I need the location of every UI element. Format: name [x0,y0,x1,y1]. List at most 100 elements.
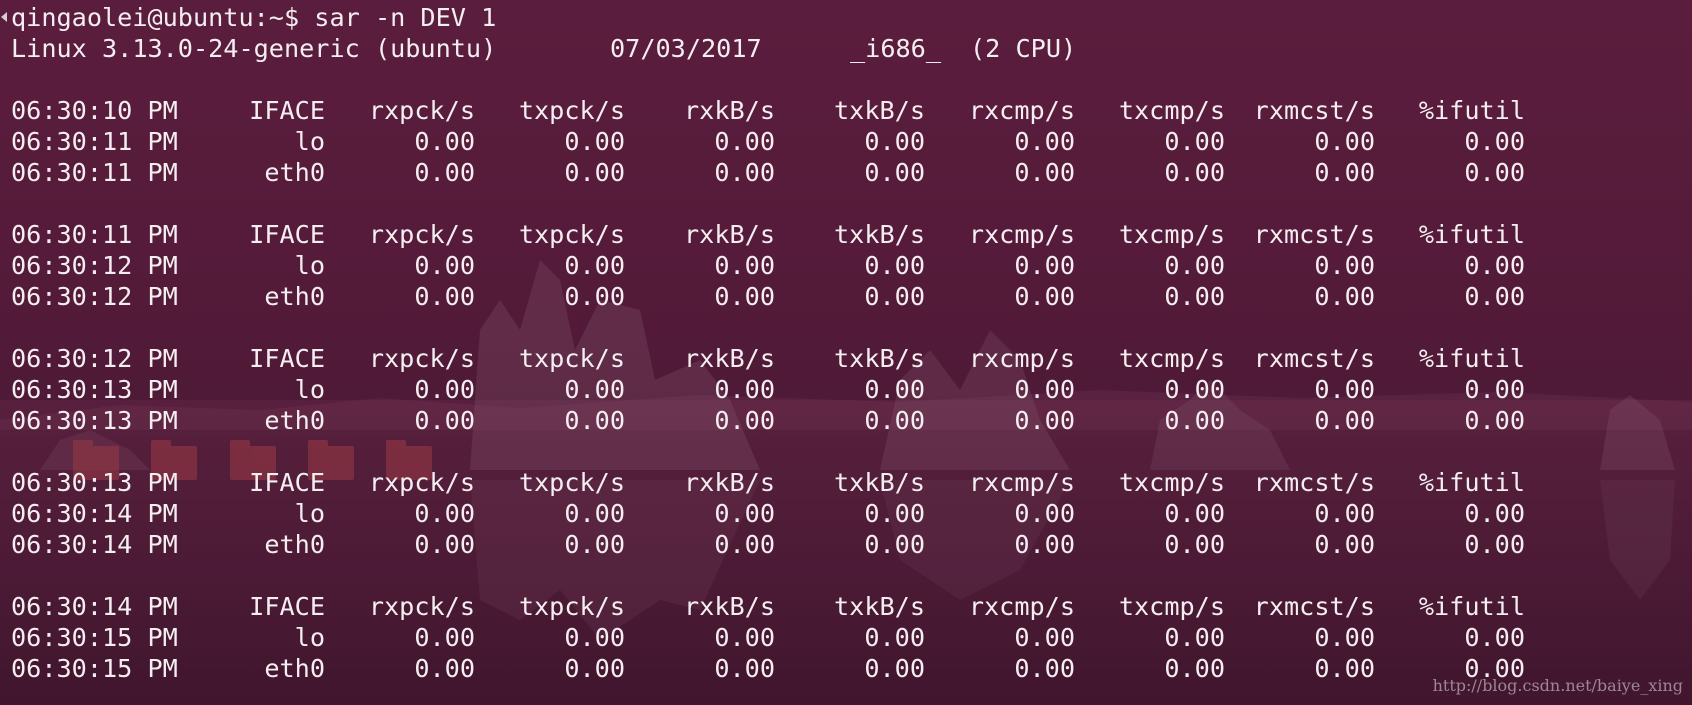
column-header: rxpck/s [368,96,475,125]
row-time: 06:30:14 PM [11,499,178,528]
row-time: 06:30:12 PM [11,251,178,280]
row-value: 0.00 [414,530,475,559]
column-header: IFACE [249,96,325,125]
row-value: 0.00 [1464,406,1525,435]
command-line[interactable]: qingaolei@ubuntu:~$ sar -n DEV 1 [11,2,496,33]
row-value: 0.00 [1314,282,1375,311]
row-value: 0.00 [1464,251,1525,280]
row-value: 0.00 [1164,158,1225,187]
table-header-row: 06:30:14 PM IFACE rxpck/s txpck/s rxkB/s txkB… [11,591,1571,622]
row-value: 0.00 [564,251,625,280]
row-value: 0.00 [1164,406,1225,435]
table-header-row: 06:30:10 PM IFACE rxpck/s txpck/s rxkB/s txkB… [11,95,1571,126]
column-header: rxpck/s [368,468,475,497]
column-header: rxcmp/s [968,468,1075,497]
row-value: 0.00 [564,282,625,311]
row-value: 0.00 [1164,499,1225,528]
column-header: %ifutil [1418,344,1525,373]
row-value: 0.00 [1014,530,1075,559]
row-iface: lo [294,251,325,280]
row-value: 0.00 [414,623,475,652]
row-iface: lo [294,127,325,156]
watermark-text: http://blog.csdn.net/baiye_xing [1432,676,1683,695]
row-value: 0.00 [864,127,925,156]
column-header: txkB/s [834,592,925,621]
column-header: %ifutil [1418,468,1525,497]
row-value: 0.00 [864,251,925,280]
row-value: 0.00 [864,654,925,683]
column-header: IFACE [249,592,325,621]
row-value: 0.00 [864,499,925,528]
table-row: 06:30:11 PM eth0 0.00 0.00 0.00 0.00 0.00 0.00 0… [11,157,1571,188]
column-header: txpck/s [518,96,625,125]
row-value: 0.00 [1014,623,1075,652]
row-value: 0.00 [564,406,625,435]
row-value: 0.00 [864,623,925,652]
table-header-row: 06:30:11 PM IFACE rxpck/s txpck/s rxkB/s txkB… [11,219,1571,250]
column-header: txkB/s [834,96,925,125]
system-info-line: Linux 3.13.0-24-generic (ubuntu) 07/03/2… [11,33,1111,64]
row-iface: eth0 [264,282,325,311]
column-header: rxkB/s [684,468,775,497]
column-header: rxpck/s [368,592,475,621]
row-value: 0.00 [1014,158,1075,187]
column-header: txcmp/s [1118,468,1225,497]
row-time: 06:30:15 PM [11,654,178,683]
row-value: 0.00 [564,375,625,404]
architecture: _i686_ [850,34,941,63]
row-value: 0.00 [1164,375,1225,404]
row-value: 0.00 [414,499,475,528]
row-iface: lo [294,375,325,404]
row-time: 06:30:13 PM [11,375,178,404]
column-header: txpck/s [518,468,625,497]
table-header-row: 06:30:12 PM IFACE rxpck/s txpck/s rxkB/s txkB… [11,343,1571,374]
row-value: 0.00 [564,623,625,652]
row-value: 0.00 [1014,654,1075,683]
column-header: rxkB/s [684,96,775,125]
column-header: %ifutil [1418,220,1525,249]
row-iface: lo [294,623,325,652]
row-value: 0.00 [1314,654,1375,683]
row-value: 0.00 [414,282,475,311]
column-header: rxmcst/s [1253,468,1375,497]
row-value: 0.00 [564,499,625,528]
row-value: 0.00 [1164,282,1225,311]
row-value: 0.00 [714,530,775,559]
table-row: 06:30:14 PM lo 0.00 0.00 0.00 0.00 0.00 0.00 0.0… [11,498,1571,529]
column-header: txcmp/s [1118,592,1225,621]
column-header: rxmcst/s [1253,220,1375,249]
column-header: txpck/s [518,344,625,373]
row-value: 0.00 [864,375,925,404]
row-value: 0.00 [1014,499,1075,528]
row-value: 0.00 [864,530,925,559]
row-value: 0.00 [1314,623,1375,652]
row-value: 0.00 [864,158,925,187]
row-value: 0.00 [1164,623,1225,652]
row-value: 0.00 [1014,282,1075,311]
column-header: IFACE [249,220,325,249]
row-value: 0.00 [1464,375,1525,404]
header-time: 06:30:10 PM [11,96,178,125]
row-time: 06:30:14 PM [11,530,178,559]
row-value: 0.00 [564,158,625,187]
table-header-row: 06:30:13 PM IFACE rxpck/s txpck/s rxkB/s txkB… [11,467,1571,498]
column-header: %ifutil [1418,592,1525,621]
row-time: 06:30:12 PM [11,282,178,311]
column-header: rxcmp/s [968,220,1075,249]
column-header: rxkB/s [684,592,775,621]
row-value: 0.00 [1464,127,1525,156]
row-value: 0.00 [1464,530,1525,559]
row-value: 0.00 [864,406,925,435]
terminal-output[interactable]: qingaolei@ubuntu:~$ sar -n DEV 1 Linux 3… [0,0,1692,705]
column-header: rxcmp/s [968,96,1075,125]
header-time: 06:30:14 PM [11,592,178,621]
row-value: 0.00 [714,282,775,311]
row-value: 0.00 [1314,406,1375,435]
row-value: 0.00 [414,375,475,404]
row-value: 0.00 [414,654,475,683]
row-value: 0.00 [714,158,775,187]
terminal-window[interactable]: qingaolei@ubuntu:~$ sar -n DEV 1 Linux 3… [0,0,1692,705]
row-time: 06:30:13 PM [11,406,178,435]
row-value: 0.00 [564,654,625,683]
row-value: 0.00 [1014,375,1075,404]
